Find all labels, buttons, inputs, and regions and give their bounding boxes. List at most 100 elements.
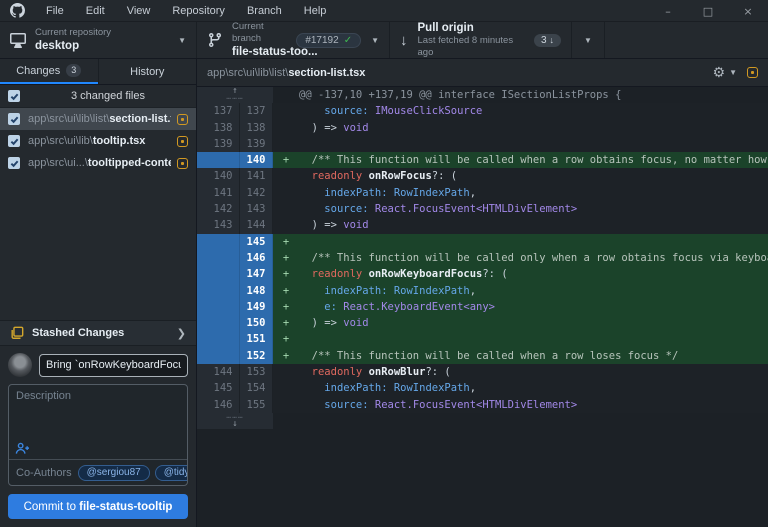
stashed-changes-row[interactable]: Stashed Changes ❯: [0, 320, 196, 346]
file-path: app\src\ui\lib\list\section-list.tsx: [28, 113, 171, 125]
diff-file-path: app\src\ui\lib\list\: [207, 67, 288, 79]
commit-button[interactable]: Commit to file-status-tooltip: [8, 494, 188, 519]
diff-added-line[interactable]: 140+ /** This function will be called wh…: [197, 152, 768, 168]
diff-line-gutter[interactable]: 138138: [197, 120, 273, 136]
file-row[interactable]: app\src\ui...\tooltipped-content.tsx: [0, 152, 196, 174]
diff-context-line[interactable]: 141142 indexPath: RowIndexPath,: [197, 185, 768, 201]
minimize-button[interactable]: –: [648, 0, 688, 22]
diff-line-gutter[interactable]: 141142: [197, 185, 273, 201]
diff-line-gutter[interactable]: 142143: [197, 201, 273, 217]
pull-count-badge: 3↓: [534, 34, 561, 47]
diff-line-gutter[interactable]: 147: [197, 266, 273, 282]
diff-context-line[interactable]: 137137 source: IMouseClickSource: [197, 103, 768, 119]
changed-files-count: 3 changed files: [20, 90, 196, 102]
tab-history[interactable]: History: [98, 59, 197, 84]
menu-bar: FileEditViewRepositoryBranchHelp: [35, 0, 337, 21]
file-checkbox[interactable]: [8, 113, 20, 125]
diff-line-gutter[interactable]: 146155: [197, 397, 273, 413]
menu-view[interactable]: View: [116, 0, 162, 22]
diff-added-line[interactable]: 145+: [197, 234, 768, 250]
current-branch-button[interactable]: Current branch file-status-too... #17192…: [197, 22, 390, 58]
toolbar: Current repository desktop ▼ Current bra…: [0, 22, 768, 59]
diff-line-gutter[interactable]: 140: [197, 152, 273, 168]
diff-context-line[interactable]: 143144 ) => void: [197, 217, 768, 233]
diff-context-line[interactable]: 145154 indexPath: RowIndexPath,: [197, 380, 768, 396]
diff-line-gutter[interactable]: 137137: [197, 103, 273, 119]
diff-added-line[interactable]: 147+ readonly onRowKeyboardFocus?: (: [197, 266, 768, 282]
diff-context-line[interactable]: 146155 source: React.FocusEvent<HTMLDivE…: [197, 397, 768, 413]
diff-added-line[interactable]: 146+ /** This function will be called on…: [197, 250, 768, 266]
diff-line-content: [273, 136, 768, 152]
diff-line-gutter[interactable]: 149: [197, 299, 273, 315]
menu-branch[interactable]: Branch: [236, 0, 293, 22]
menu-repository[interactable]: Repository: [161, 0, 236, 22]
diff-line-content: + e: React.KeyboardEvent<any>: [273, 299, 768, 315]
gear-icon[interactable]: ⚙: [713, 64, 726, 81]
old-line-number: [207, 348, 240, 364]
old-line-number: [207, 234, 240, 250]
diff-line-content: readonly onRowFocus?: (: [273, 168, 768, 184]
commit-form: Co-Authors @sergiou87@tidy-dev Commit to…: [0, 346, 196, 527]
diff-line-gutter[interactable]: 150: [197, 315, 273, 331]
file-row[interactable]: app\src\ui\lib\list\section-list.tsx: [0, 108, 196, 130]
diff-line-content: source: React.FocusEvent<HTMLDivElement>: [273, 201, 768, 217]
new-line-number: 146: [240, 250, 273, 266]
chevron-down-icon[interactable]: ▼: [729, 68, 737, 77]
diff-line-gutter[interactable]: 151: [197, 331, 273, 347]
diff-line-gutter[interactable]: 145154: [197, 380, 273, 396]
old-line-number: 143: [207, 217, 240, 233]
file-list-empty-area: [0, 174, 196, 320]
diff-line-gutter[interactable]: 152: [197, 348, 273, 364]
menu-file[interactable]: File: [35, 0, 75, 22]
check-icon: ✓: [344, 35, 352, 46]
diff-context-line[interactable]: 140141 readonly onRowFocus?: (: [197, 168, 768, 184]
diff-context-line[interactable]: 139139: [197, 136, 768, 152]
avatar: [8, 353, 32, 377]
new-line-number: 151: [240, 331, 273, 347]
diff-line-gutter[interactable]: 139139: [197, 136, 273, 152]
diff-context-line[interactable]: 144153 readonly onRowBlur?: (: [197, 364, 768, 380]
diff-line-gutter[interactable]: 145: [197, 234, 273, 250]
diff-line-gutter[interactable]: 148: [197, 283, 273, 299]
pull-dropdown-button[interactable]: ▼: [572, 22, 605, 58]
new-line-number: 148: [240, 283, 273, 299]
select-all-checkbox[interactable]: [8, 90, 20, 102]
new-line-number: 153: [240, 364, 273, 380]
file-row[interactable]: app\src\ui\lib\tooltip.tsx: [0, 130, 196, 152]
add-coauthor-icon[interactable]: [15, 442, 30, 455]
device-desktop-icon: [10, 32, 26, 48]
diff-added-line[interactable]: 150+ ) => void: [197, 315, 768, 331]
diff-added-line[interactable]: 152+ /** This function will be called wh…: [197, 348, 768, 364]
diff-added-line[interactable]: 151+: [197, 331, 768, 347]
diff-line-gutter[interactable]: 140141: [197, 168, 273, 184]
coauthor-chip[interactable]: @sergiou87: [78, 465, 150, 481]
file-checkbox[interactable]: [8, 135, 20, 147]
diff-line-gutter[interactable]: 146: [197, 250, 273, 266]
expand-down-button[interactable]: ┄┄┄↓: [197, 413, 273, 429]
diff-context-line[interactable]: 142143 source: React.FocusEvent<HTMLDivE…: [197, 201, 768, 217]
diff-added-line[interactable]: 149+ e: React.KeyboardEvent<any>: [197, 299, 768, 315]
commit-description-input[interactable]: [9, 385, 187, 437]
pull-origin-button[interactable]: ↓ Pull origin Last fetched 8 minutes ago…: [390, 22, 572, 58]
menu-edit[interactable]: Edit: [75, 0, 116, 22]
chevron-down-icon: ▼: [371, 36, 379, 45]
expand-up-button[interactable]: ↑┄┄┄: [197, 87, 273, 103]
diff-line-gutter[interactable]: 143144: [197, 217, 273, 233]
current-repository-button[interactable]: Current repository desktop ▼: [0, 22, 197, 58]
coauthor-chip[interactable]: @tidy-dev: [155, 465, 188, 481]
old-line-number: 142: [207, 201, 240, 217]
changes-count-badge: 3: [66, 64, 81, 77]
tab-changes[interactable]: Changes 3: [0, 59, 98, 84]
close-button[interactable]: ×: [728, 0, 768, 22]
file-checkbox[interactable]: [8, 157, 20, 169]
diff-line-content: + indexPath: RowIndexPath,: [273, 283, 768, 299]
diff-line-gutter[interactable]: 144153: [197, 364, 273, 380]
maximize-button[interactable]: □: [688, 0, 728, 22]
menu-help[interactable]: Help: [293, 0, 338, 22]
diff-context-line[interactable]: 138138 ) => void: [197, 120, 768, 136]
diff-added-line[interactable]: 148+ indexPath: RowIndexPath,: [197, 283, 768, 299]
old-line-number: 140: [207, 168, 240, 184]
commit-summary-input[interactable]: [39, 354, 188, 377]
pr-badge: #17192✓: [296, 33, 361, 48]
diff-line-content: +: [273, 234, 768, 250]
